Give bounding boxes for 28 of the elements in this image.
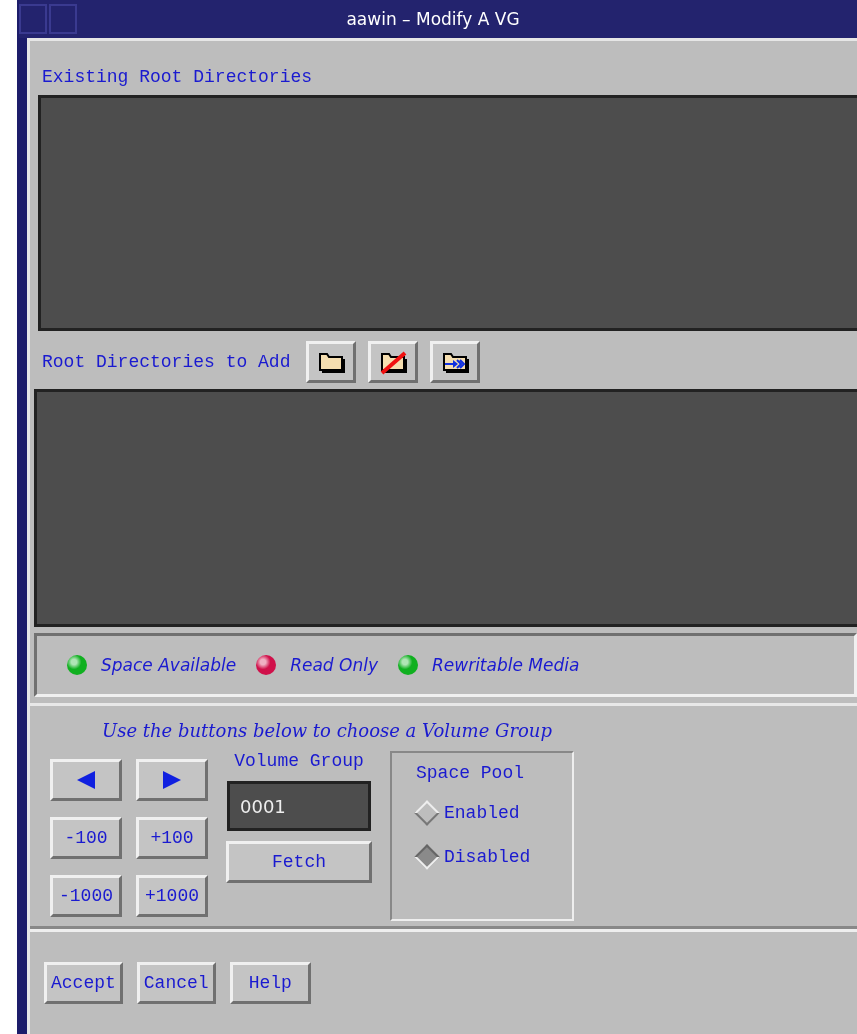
step-button[interactable]: +100: [136, 817, 208, 859]
step-button[interactable]: -100: [50, 817, 122, 859]
radio-label: Enabled: [444, 803, 520, 823]
step-button[interactable]: -1000: [50, 875, 122, 917]
field-label: Volume Group: [234, 751, 364, 771]
radio-label: Disabled: [444, 847, 531, 867]
volume-group-field[interactable]: 0001: [227, 781, 371, 831]
folder-button[interactable]: [306, 341, 357, 383]
legend-label: Read Only: [290, 655, 378, 675]
next-button[interactable]: [136, 759, 208, 801]
step-button[interactable]: +1000: [136, 875, 208, 917]
hint-text: Use the buttons below to choose a Volume Group: [101, 720, 553, 741]
folder-arrow-button[interactable]: [430, 341, 481, 383]
previous-button[interactable]: [50, 759, 122, 801]
right-arrow-icon: [161, 770, 183, 790]
section-label: Existing Root Directories: [41, 66, 314, 89]
panel-title: Space Pool: [416, 763, 526, 783]
section-label: Root Directories to Add: [42, 352, 291, 372]
legend-label: Space Available: [101, 655, 237, 675]
no-folder-button[interactable]: [368, 341, 419, 383]
left-arrow-icon: [75, 770, 97, 790]
dialog-button[interactable]: Cancel: [136, 962, 216, 1004]
window-title: aawin – Modify A VG: [345, 9, 521, 29]
dialog-button[interactable]: Help: [229, 962, 311, 1004]
legend-label: Rewritable Media: [432, 655, 580, 675]
fetch-button[interactable]: Fetch: [226, 841, 372, 883]
dialog-button[interactable]: Accept: [44, 962, 123, 1004]
no-folder-icon: [379, 349, 408, 375]
